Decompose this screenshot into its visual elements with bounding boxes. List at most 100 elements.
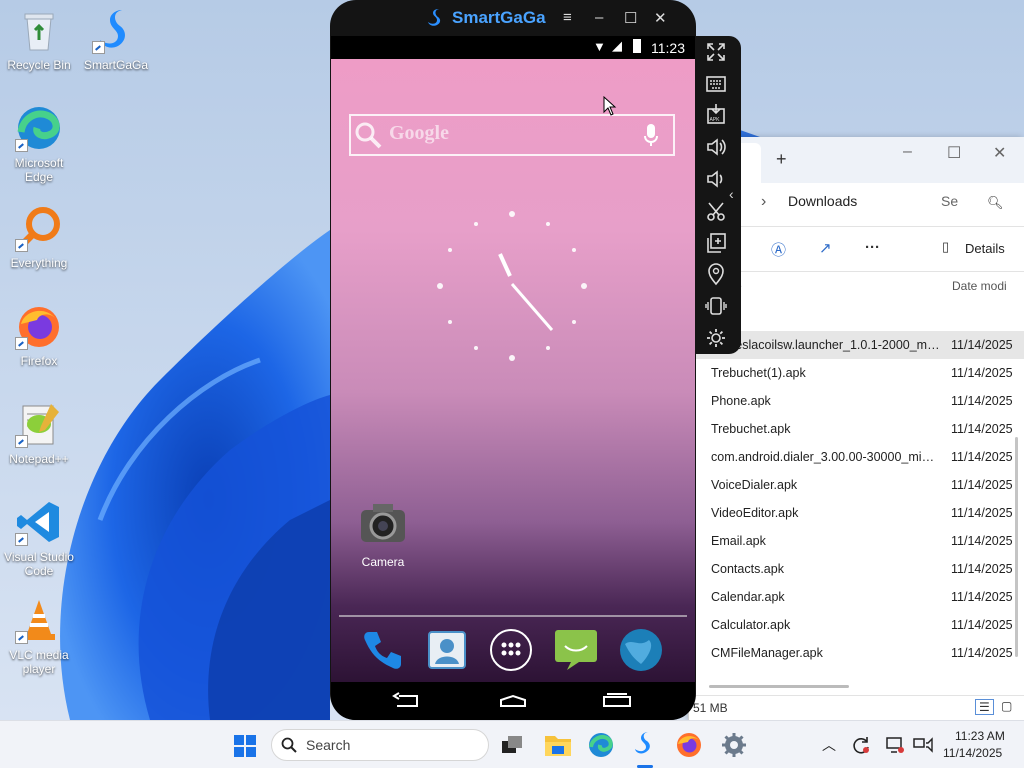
android-status-bar: ▼ ◢ 11:23 bbox=[331, 36, 695, 59]
file-row[interactable]: CMFileManager.apk 11/14/2025 bbox=[689, 639, 1024, 667]
file-row[interactable]: Email.apk 11/14/2025 bbox=[689, 527, 1024, 555]
fullscreen-icon[interactable] bbox=[701, 37, 731, 67]
file-explorer-icon[interactable] bbox=[544, 732, 572, 758]
file-row[interactable]: Phone.apk 11/14/2025 bbox=[689, 387, 1024, 415]
desktop-icon-notepadpp[interactable]: Notepad++ bbox=[1, 400, 77, 466]
display-icon[interactable] bbox=[885, 735, 905, 755]
install-apk-icon[interactable]: APK bbox=[701, 100, 731, 130]
search-icon[interactable]: 🔍︎ bbox=[987, 195, 1004, 211]
column-header-date[interactable]: Date modi bbox=[952, 279, 1007, 293]
file-row[interactable]: Trebuchet(1).apk 11/14/2025 bbox=[689, 359, 1024, 387]
new-tab-icon[interactable]: + bbox=[776, 149, 787, 170]
shortcut-arrow-icon bbox=[15, 631, 28, 644]
edge-icon bbox=[15, 104, 63, 152]
taskbar-search-box[interactable] bbox=[271, 729, 489, 761]
screenshot-cut-icon[interactable] bbox=[701, 196, 731, 226]
shake-icon[interactable] bbox=[701, 291, 731, 321]
volume-up-icon[interactable] bbox=[701, 132, 731, 162]
vlc-icon bbox=[15, 596, 63, 644]
emulator-title-bar[interactable]: SmartGaGa ≡ – ☐ ✕ bbox=[330, 0, 696, 36]
horizontal-scrollbar[interactable] bbox=[709, 685, 849, 688]
battery-icon bbox=[633, 39, 641, 53]
volume-down-icon[interactable] bbox=[701, 164, 731, 194]
home-icon[interactable] bbox=[497, 692, 529, 710]
task-view-icon[interactable] bbox=[500, 733, 524, 757]
multi-instance-icon[interactable] bbox=[701, 228, 731, 258]
smartgaga-icon[interactable] bbox=[631, 730, 659, 758]
back-icon[interactable] bbox=[391, 692, 423, 710]
chevron-right-icon: › bbox=[761, 193, 767, 210]
network-muted-icon[interactable] bbox=[912, 735, 934, 755]
desktop-icon-edge[interactable]: Microsoft Edge bbox=[1, 104, 77, 184]
file-row[interactable]: Calculator.apk 11/14/2025 bbox=[689, 611, 1024, 639]
app-drawer-icon[interactable] bbox=[489, 628, 533, 672]
file-row[interactable]: com.android.dialer_3.00.00-30000_minAP..… bbox=[689, 443, 1024, 471]
minimize-icon[interactable]: – bbox=[595, 9, 603, 26]
file-row[interactable]: Trebuchet.apk 11/14/2025 bbox=[689, 415, 1024, 443]
status-size: 51 MB bbox=[693, 701, 728, 715]
chevron-up-icon[interactable]: ︿ bbox=[822, 735, 836, 755]
taskbar-search-label: Search bbox=[306, 737, 351, 753]
file-row[interactable]: Calendar.apk 11/14/2025 bbox=[689, 583, 1024, 611]
emulator-toolbar: APK ‹ bbox=[695, 36, 741, 354]
maximize-icon[interactable]: ☐ bbox=[947, 143, 961, 163]
clock-time[interactable]: 11:23 AM bbox=[955, 729, 1005, 743]
camera-app-label[interactable]: Camera bbox=[351, 555, 415, 569]
details-pane-icon[interactable]: ▯ bbox=[942, 239, 949, 255]
settings-gear-icon[interactable] bbox=[721, 732, 747, 758]
desktop-icon-recycle-bin[interactable]: Recycle Bin bbox=[1, 6, 77, 72]
rename-icon[interactable]: Ⓐ bbox=[771, 239, 786, 260]
desktop-icon-smartgaga[interactable]: SmartGaGa bbox=[78, 6, 154, 72]
file-row[interactable]: VideoEditor.apk 11/14/2025 bbox=[689, 499, 1024, 527]
desktop-icon-label: Everything bbox=[10, 256, 68, 270]
location-icon[interactable] bbox=[701, 259, 731, 289]
desktop-icon-everything[interactable]: Everything bbox=[1, 204, 77, 270]
desktop-icon-label: Notepad++ bbox=[9, 452, 69, 466]
shortcut-arrow-icon bbox=[15, 337, 28, 350]
file-row[interactable]: VoiceDialer.apk 11/14/2025 bbox=[689, 471, 1024, 499]
tiles-view-icon[interactable]: ▢ bbox=[1001, 699, 1012, 713]
search-icon bbox=[355, 122, 382, 149]
android-screen[interactable]: ▼ ◢ 11:23 Google Camera bbox=[331, 36, 695, 684]
update-sync-icon[interactable] bbox=[851, 735, 871, 755]
breadcrumb-downloads[interactable]: Downloads bbox=[788, 193, 857, 209]
shortcut-arrow-icon bbox=[15, 139, 28, 152]
vertical-scrollbar[interactable] bbox=[1015, 437, 1018, 657]
notepad-plus-plus-icon bbox=[15, 400, 63, 448]
everything-search-icon bbox=[15, 204, 63, 252]
more-options-icon[interactable]: ··· bbox=[865, 239, 880, 256]
edge-icon[interactable] bbox=[588, 732, 614, 758]
desktop-icon-label: Microsoft Edge bbox=[14, 156, 64, 184]
maximize-icon[interactable]: ☐ bbox=[624, 9, 637, 27]
keyboard-icon[interactable] bbox=[701, 69, 731, 99]
shortcut-arrow-icon bbox=[15, 533, 28, 546]
analog-clock-widget[interactable] bbox=[432, 206, 592, 366]
details-view-icon[interactable]: ☰ bbox=[975, 699, 994, 715]
close-icon[interactable]: ✕ bbox=[993, 143, 1006, 163]
firefox-icon[interactable] bbox=[676, 732, 702, 758]
phone-icon[interactable] bbox=[361, 628, 405, 672]
share-icon[interactable]: ↗ bbox=[819, 239, 832, 257]
clock-date[interactable]: 11/14/2025 bbox=[943, 746, 1002, 760]
shortcut-arrow-icon bbox=[15, 239, 28, 252]
desktop-icon-vlc[interactable]: VLC media player bbox=[1, 596, 77, 676]
messaging-icon[interactable] bbox=[553, 628, 599, 672]
browser-icon[interactable] bbox=[619, 628, 663, 672]
desktop-icon-firefox[interactable]: Firefox bbox=[1, 302, 77, 368]
microphone-icon[interactable] bbox=[643, 122, 659, 148]
desktop-icon-vscode[interactable]: Visual Studio Code bbox=[1, 498, 77, 578]
contacts-icon[interactable] bbox=[425, 628, 469, 672]
shortcut-arrow-icon bbox=[92, 41, 105, 54]
collapse-sidebar-icon[interactable]: ‹ bbox=[729, 186, 734, 202]
desktop-icon-label: SmartGaGa bbox=[83, 58, 149, 72]
file-row[interactable]: Contacts.apk 11/14/2025 bbox=[689, 555, 1024, 583]
menu-icon[interactable]: ≡ bbox=[563, 9, 572, 26]
settings-icon[interactable] bbox=[701, 323, 731, 353]
windows-start-icon[interactable] bbox=[233, 734, 257, 758]
camera-icon[interactable] bbox=[359, 500, 407, 546]
search-input[interactable]: Se bbox=[941, 193, 958, 209]
close-icon[interactable]: ✕ bbox=[654, 9, 667, 27]
recents-icon[interactable] bbox=[601, 692, 633, 710]
details-button[interactable]: Details bbox=[965, 241, 1005, 256]
minimize-icon[interactable]: – bbox=[903, 143, 912, 161]
